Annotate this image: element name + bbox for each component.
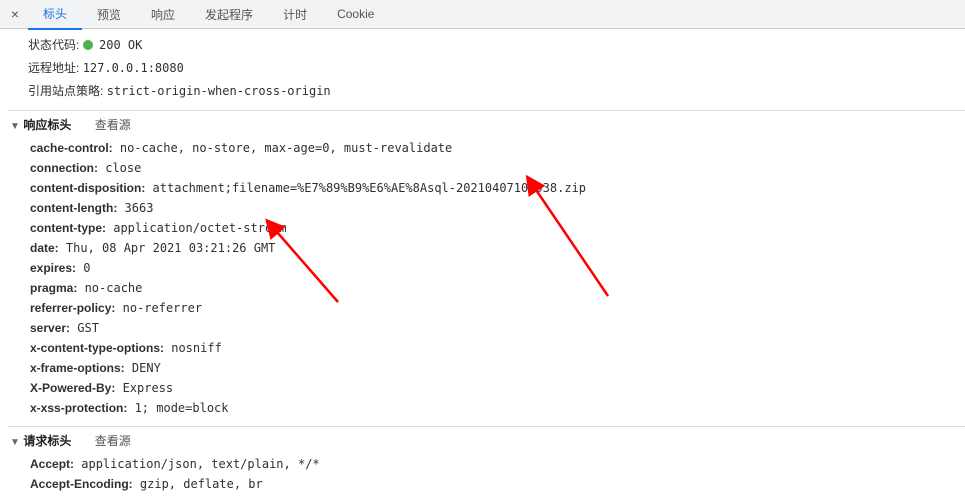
referrer-policy-row: 引用站点策略: strict-origin-when-cross-origin xyxy=(8,79,965,102)
referrer-policy-label: 引用站点策略: xyxy=(28,84,103,98)
header-row: X-Powered-By: Express xyxy=(8,378,965,398)
expand-icon: ▼ xyxy=(10,437,20,448)
headers-content: 状态代码: 200 OK 远程地址: 127.0.0.1:8080 引用站点策略… xyxy=(0,29,965,494)
header-row: x-frame-options: DENY xyxy=(8,358,965,378)
header-value: GST xyxy=(70,321,99,335)
header-key: pragma: xyxy=(30,281,77,295)
header-key: referrer-policy: xyxy=(30,301,115,315)
header-value: Express xyxy=(115,381,173,395)
view-source-link[interactable]: 查看源 xyxy=(95,434,131,448)
header-key: content-length: xyxy=(30,201,117,215)
header-value: 0 xyxy=(76,261,90,275)
header-value: no-cache xyxy=(77,281,142,295)
header-key: date: xyxy=(30,241,59,255)
header-row: referrer-policy: no-referrer xyxy=(8,298,965,318)
header-key: content-type: xyxy=(30,221,106,235)
response-headers-title: 响应标头 xyxy=(23,118,71,132)
tab-preview[interactable]: 预览 xyxy=(82,0,136,29)
header-row: content-disposition: attachment;filename… xyxy=(8,178,965,198)
header-value: nosniff xyxy=(164,341,222,355)
header-row: connection: close xyxy=(8,158,965,178)
expand-icon: ▼ xyxy=(10,121,20,132)
header-key: Accept-Encoding: xyxy=(30,477,133,491)
header-row: x-content-type-options: nosniff xyxy=(8,338,965,358)
header-value: close xyxy=(98,161,141,175)
header-value: 3663 xyxy=(117,201,153,215)
header-key: Accept: xyxy=(30,457,74,471)
header-key: x-xss-protection: xyxy=(30,401,127,415)
header-value: 1; mode=block xyxy=(127,401,228,415)
header-value: DENY xyxy=(125,361,161,375)
view-source-link[interactable]: 查看源 xyxy=(95,118,131,132)
header-value: no-referrer xyxy=(115,301,202,315)
status-code-row: 状态代码: 200 OK xyxy=(8,33,965,56)
header-value: attachment;filename=%E7%89%B9%E6%AE%8Asq… xyxy=(145,181,586,195)
close-icon[interactable]: × xyxy=(2,6,28,22)
header-value: Thu, 08 Apr 2021 03:21:26 GMT xyxy=(59,241,276,255)
header-key: content-disposition: xyxy=(30,181,145,195)
header-row: Accept: application/json, text/plain, */… xyxy=(8,454,965,474)
header-key: cache-control: xyxy=(30,141,113,155)
response-headers-list: cache-control: no-cache, no-store, max-a… xyxy=(8,138,965,418)
status-code-value: 200 OK xyxy=(99,38,142,52)
header-row: pragma: no-cache xyxy=(8,278,965,298)
request-headers-title: 请求标头 xyxy=(23,434,71,448)
remote-address-value: 127.0.0.1:8080 xyxy=(83,61,184,75)
header-row: x-xss-protection: 1; mode=block xyxy=(8,398,965,418)
header-key: connection: xyxy=(30,161,98,175)
response-headers-section[interactable]: ▼ 响应标头 查看源 xyxy=(8,110,965,138)
tab-initiator[interactable]: 发起程序 xyxy=(190,0,268,29)
header-row: Accept-Encoding: gzip, deflate, br xyxy=(8,474,965,494)
header-row: server: GST xyxy=(8,318,965,338)
status-dot-icon xyxy=(83,40,93,50)
remote-address-row: 远程地址: 127.0.0.1:8080 xyxy=(8,56,965,79)
header-key: server: xyxy=(30,321,70,335)
header-key: x-content-type-options: xyxy=(30,341,164,355)
header-value: application/json, text/plain, */* xyxy=(74,457,320,471)
header-value: gzip, deflate, br xyxy=(133,477,263,491)
tab-cookies[interactable]: Cookie xyxy=(322,1,389,27)
tab-response[interactable]: 响应 xyxy=(136,0,190,29)
header-key: X-Powered-By: xyxy=(30,381,115,395)
header-row: date: Thu, 08 Apr 2021 03:21:26 GMT xyxy=(8,238,965,258)
referrer-policy-value: strict-origin-when-cross-origin xyxy=(107,84,331,98)
header-row: content-length: 3663 xyxy=(8,198,965,218)
tab-headers[interactable]: 标头 xyxy=(28,0,82,30)
request-headers-list: Accept: application/json, text/plain, */… xyxy=(8,454,965,494)
header-row: expires: 0 xyxy=(8,258,965,278)
tab-timing[interactable]: 计时 xyxy=(268,0,322,29)
request-headers-section[interactable]: ▼ 请求标头 查看源 xyxy=(8,426,965,454)
header-key: x-frame-options: xyxy=(30,361,125,375)
header-value: no-cache, no-store, max-age=0, must-reva… xyxy=(113,141,453,155)
devtools-tabbar: × 标头 预览 响应 发起程序 计时 Cookie xyxy=(0,0,965,29)
header-value: application/octet-stream xyxy=(106,221,287,235)
header-key: expires: xyxy=(30,261,76,275)
header-row: cache-control: no-cache, no-store, max-a… xyxy=(8,138,965,158)
remote-address-label: 远程地址: xyxy=(28,61,79,75)
header-row: content-type: application/octet-stream xyxy=(8,218,965,238)
status-code-label: 状态代码: xyxy=(28,38,79,52)
